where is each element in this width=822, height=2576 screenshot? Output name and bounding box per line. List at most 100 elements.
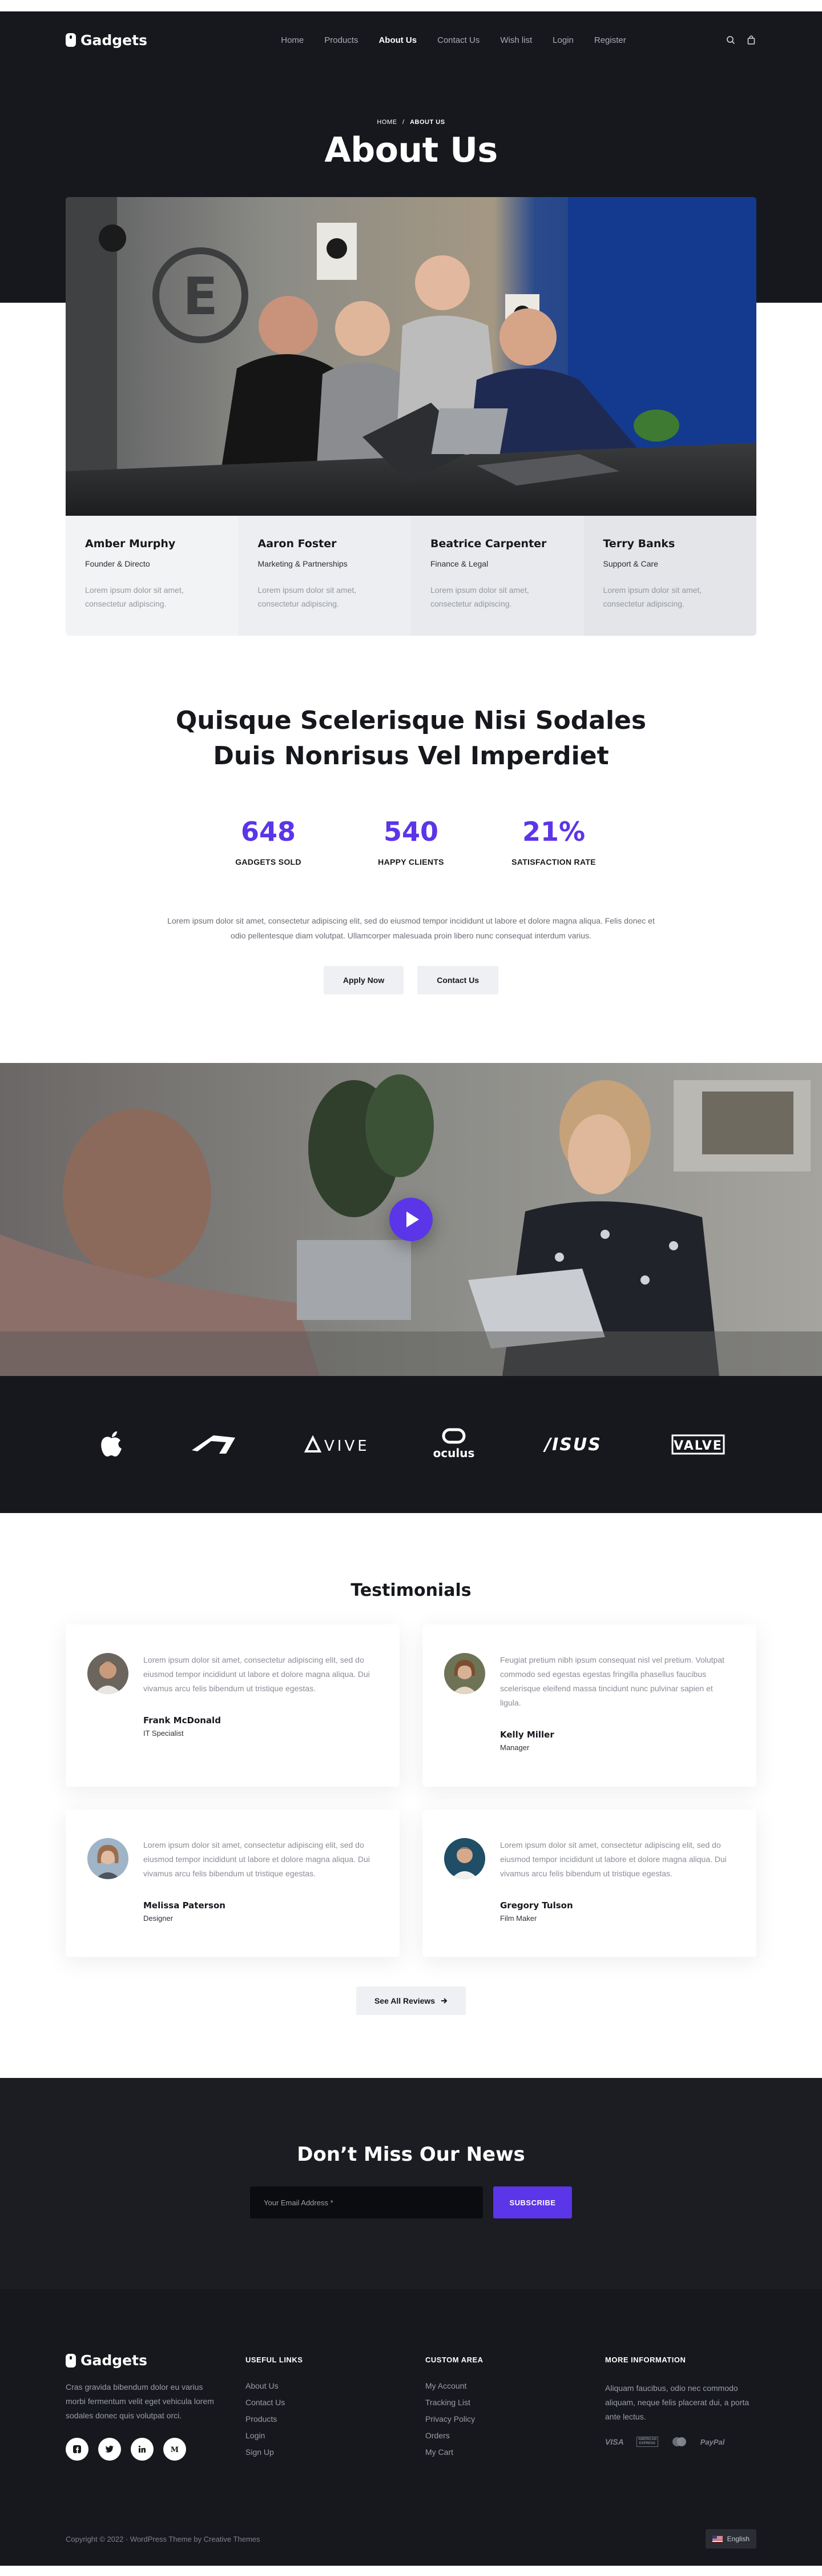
footer-link-tracking-list[interactable]: Tracking List	[425, 2398, 605, 2407]
testimonials-title: Testimonials	[350, 1580, 472, 1600]
footer-bottom: Copyright © 2022 · WordPress Theme by Cr…	[66, 2529, 756, 2549]
stat-value: 540	[383, 816, 439, 847]
team-member-desc: Lorem ipsum dolor sit amet, consectetur …	[603, 585, 702, 608]
stat-gadgets-sold: 648 GADGETS SOLD	[197, 816, 340, 866]
footer-more-info: MORE INFORMATION Aliquam faucibus, odio …	[605, 2352, 756, 2464]
medium-icon[interactable]: M	[163, 2438, 186, 2461]
social-links: M	[66, 2438, 245, 2461]
linkedin-icon[interactable]	[131, 2438, 154, 2461]
newsletter-title: Don’t Miss Our News	[297, 2143, 525, 2166]
footer-link-my-account[interactable]: My Account	[425, 2381, 605, 2390]
see-all-reviews-label: See All Reviews	[374, 1996, 436, 2005]
footer-link-privacy-policy[interactable]: Privacy Policy	[425, 2414, 605, 2423]
logo-text: Gadgets	[80, 31, 147, 49]
testimonial-card: Lorem ipsum dolor sit amet, consectetur …	[422, 1809, 756, 1957]
page-title: About Us	[324, 130, 498, 170]
svg-text:VALVE: VALVE	[674, 1439, 723, 1453]
team-cards: Amber Murphy Founder & Directo Lorem ips…	[66, 516, 756, 636]
breadcrumb-home[interactable]: HOME	[377, 119, 397, 126]
newsletter-section: Don’t Miss Our News SUBSCRIBE	[0, 2078, 822, 2289]
twitter-icon[interactable]	[98, 2438, 121, 2461]
svg-text:oculus: oculus	[433, 1446, 474, 1460]
footer-link-login[interactable]: Login	[245, 2431, 425, 2440]
stats-heading-line1: Quisque Scelerisque Nisi Sodales	[175, 706, 647, 735]
site-logo[interactable]: Gadgets	[66, 32, 147, 49]
team-card: Beatrice Carpenter Finance & Legal Lorem…	[411, 516, 584, 636]
footer-link-list: About Us Contact Us Products Login Sign …	[245, 2381, 425, 2457]
svg-text:/ISUS: /ISUS	[543, 1435, 602, 1454]
testimonial-text: Lorem ipsum dolor sit amet, consectetur …	[143, 1655, 370, 1693]
team-member-name: Aaron Foster	[257, 537, 337, 550]
stats-buttons: Apply Now Contact Us	[0, 966, 822, 994]
email-input[interactable]	[250, 2186, 483, 2218]
avatar	[87, 1653, 128, 1694]
apply-now-button[interactable]: Apply Now	[323, 966, 404, 994]
testimonial-role: IT Specialist	[143, 1729, 184, 1738]
brands-row: VIVE oculus /ISUS VALVE	[66, 1425, 756, 1464]
team-member-role: Founder & Directo	[85, 559, 150, 568]
newsletter-form: SUBSCRIBE	[0, 2186, 822, 2218]
stat-happy-clients: 540 HAPPY CLIENTS	[340, 816, 482, 866]
testimonial-role: Film Maker	[500, 1914, 537, 1923]
testimonial-text: Feugiat pretium nibh ipsum consequat nis…	[500, 1655, 724, 1707]
nav-item-home[interactable]: Home	[281, 35, 304, 45]
stats-row: 648 GADGETS SOLD 540 HAPPY CLIENTS 21% S…	[0, 816, 822, 866]
footer-link-my-cart[interactable]: My Cart	[425, 2447, 605, 2457]
logo-icon	[66, 2353, 76, 2368]
testimonial-card: Lorem ipsum dolor sit amet, consectetur …	[66, 1809, 400, 1957]
nav-icons	[726, 35, 756, 45]
amex-icon: AMERICAN EXPRESS	[636, 2437, 658, 2447]
facebook-icon[interactable]	[66, 2438, 88, 2461]
nav-item-login[interactable]: Login	[553, 35, 574, 45]
footer-link-list: My Account Tracking List Privacy Policy …	[425, 2381, 605, 2457]
stat-label: SATISFACTION RATE	[511, 857, 596, 866]
testimonials-section: Testimonials Lorem ipsum dolor sit amet,…	[0, 1513, 822, 2078]
mastercard-icon: mastercard	[672, 2437, 686, 2446]
language-selector[interactable]: English	[705, 2529, 756, 2549]
testimonial-name: Melissa Paterson	[143, 1900, 225, 1911]
footer-description: Cras gravida bibendum dolor eu varius mo…	[66, 2382, 214, 2420]
team-member-name: Beatrice Carpenter	[430, 537, 547, 550]
nav-item-wish-list[interactable]: Wish list	[500, 35, 532, 45]
stats-heading: Quisque Scelerisque Nisi Sodales Duis No…	[0, 703, 822, 774]
footer-link-products[interactable]: Products	[245, 2414, 425, 2423]
nav-item-about-us[interactable]: About Us	[378, 35, 417, 45]
team-section: E Amber Murphy Founder & Directo Lorem i…	[66, 197, 756, 636]
testimonial-card: Feugiat pretium nibh ipsum consequat nis…	[422, 1624, 756, 1787]
footer-logo[interactable]: Gadgets	[66, 2352, 245, 2369]
stat-label: GADGETS SOLD	[235, 857, 301, 866]
breadcrumb-separator: /	[402, 119, 405, 126]
footer: Gadgets Cras gravida bibendum dolor eu v…	[0, 2289, 822, 2566]
footer-useful-links: USEFUL LINKS About Us Contact Us Product…	[245, 2352, 425, 2464]
footer-about: Gadgets Cras gravida bibendum dolor eu v…	[66, 2352, 245, 2464]
nav-item-contact-us[interactable]: Contact Us	[437, 35, 480, 45]
contact-us-button[interactable]: Contact Us	[417, 966, 499, 994]
play-button[interactable]	[389, 1198, 433, 1241]
valve-logo-icon: VALVE	[671, 1425, 725, 1464]
arrow-right-icon	[441, 1998, 448, 2004]
subscribe-button[interactable]: SUBSCRIBE	[493, 2186, 572, 2218]
stats-section: Quisque Scelerisque Nisi Sodales Duis No…	[0, 636, 822, 994]
nav-item-register[interactable]: Register	[594, 35, 626, 45]
nav-item-products[interactable]: Products	[324, 35, 358, 45]
team-member-role: Support & Care	[603, 559, 659, 568]
team-photo: E	[66, 197, 756, 516]
bag-icon[interactable]	[746, 35, 756, 45]
testimonial-name: Gregory Tulson	[500, 1900, 573, 1911]
testimonial-text: Lorem ipsum dolor sit amet, consectetur …	[143, 1840, 370, 1878]
testimonial-name: Frank McDonald	[143, 1715, 221, 1726]
footer-link-contact-us[interactable]: Contact Us	[245, 2398, 425, 2407]
footer-link-orders[interactable]: Orders	[425, 2431, 605, 2440]
asus-logo-icon: /ISUS	[542, 1425, 605, 1464]
footer-link-sign-up[interactable]: Sign Up	[245, 2447, 425, 2457]
footer-link-about-us[interactable]: About Us	[245, 2381, 425, 2390]
see-all-reviews-button[interactable]: See All Reviews	[356, 1987, 466, 2015]
nav-menu: Home Products About Us Contact Us Wish l…	[281, 35, 626, 45]
search-icon[interactable]	[726, 35, 736, 45]
avatar	[444, 1653, 485, 1694]
video-section	[0, 1063, 822, 1376]
top-strip	[0, 0, 822, 11]
testimonial-role: Designer	[143, 1914, 174, 1923]
footer-heading: USEFUL LINKS	[245, 2356, 303, 2364]
team-card: Aaron Foster Marketing & Partnerships Lo…	[238, 516, 411, 636]
